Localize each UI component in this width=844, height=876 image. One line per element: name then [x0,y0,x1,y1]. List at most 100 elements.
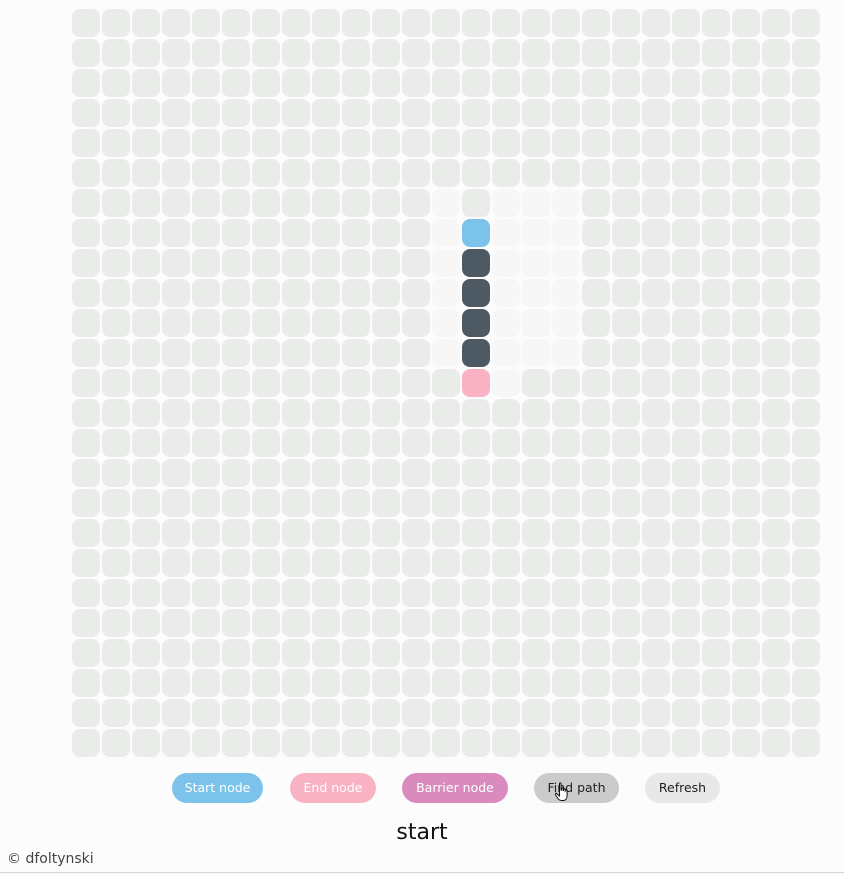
grid-cell[interactable] [312,729,340,757]
grid-cell[interactable] [72,339,100,367]
grid-cell[interactable] [312,519,340,547]
grid-cell[interactable] [342,489,370,517]
grid-cell[interactable] [312,369,340,397]
grid-cell[interactable] [252,519,280,547]
grid-cell[interactable] [612,669,640,697]
grid-cell[interactable] [552,39,580,67]
grid-cell[interactable] [342,639,370,667]
grid-cell[interactable] [372,369,400,397]
grid-cell[interactable] [552,129,580,157]
grid-cell[interactable] [402,339,430,367]
grid-cell[interactable] [282,669,310,697]
grid-cell[interactable] [282,339,310,367]
barrier-node-button[interactable]: Barrier node [402,773,508,803]
grid-cell[interactable] [192,489,220,517]
grid-cell[interactable] [102,459,130,487]
grid-cell[interactable] [162,459,190,487]
grid-cell[interactable] [342,9,370,37]
grid-cell[interactable] [312,99,340,127]
visited-cell[interactable] [432,219,460,247]
grid-cell[interactable] [582,639,610,667]
grid-cell[interactable] [462,549,490,577]
grid-cell[interactable] [372,639,400,667]
grid-cell[interactable] [252,489,280,517]
grid-cell[interactable] [702,159,730,187]
grid-cell[interactable] [402,699,430,727]
grid-cell[interactable] [282,249,310,277]
grid-cell[interactable] [342,69,370,97]
grid-cell[interactable] [222,579,250,607]
grid-cell[interactable] [672,69,700,97]
grid-cell[interactable] [372,159,400,187]
grid-cell[interactable] [522,39,550,67]
barrier-cell[interactable] [462,279,490,307]
grid-cell[interactable] [792,729,820,757]
visited-cell[interactable] [552,309,580,337]
grid-cell[interactable] [612,69,640,97]
grid-cell[interactable] [492,519,520,547]
grid-cell[interactable] [792,219,820,247]
grid-cell[interactable] [792,429,820,457]
grid-cell[interactable] [282,9,310,37]
grid-cell[interactable] [132,519,160,547]
grid-cell[interactable] [312,639,340,667]
visited-cell[interactable] [492,219,520,247]
grid-cell[interactable] [132,579,160,607]
grid-cell[interactable] [582,399,610,427]
grid-cell[interactable] [642,189,670,217]
grid-cell[interactable] [72,639,100,667]
grid-cell[interactable] [162,549,190,577]
grid-cell[interactable] [762,699,790,727]
grid-cell[interactable] [372,729,400,757]
grid-cell[interactable] [252,399,280,427]
grid-cell[interactable] [132,189,160,217]
grid-cell[interactable] [372,9,400,37]
grid-cell[interactable] [672,459,700,487]
grid-cell[interactable] [792,309,820,337]
grid-cell[interactable] [582,339,610,367]
grid-cell[interactable] [312,339,340,367]
grid-cell[interactable] [72,399,100,427]
grid-cell[interactable] [162,339,190,367]
grid-cell[interactable] [492,69,520,97]
grid-cell[interactable] [402,669,430,697]
grid-cell[interactable] [252,369,280,397]
grid-cell[interactable] [102,69,130,97]
grid-cell[interactable] [522,159,550,187]
grid-cell[interactable] [672,159,700,187]
grid-cell[interactable] [342,129,370,157]
grid-cell[interactable] [282,369,310,397]
visited-cell[interactable] [492,189,520,217]
grid-cell[interactable] [702,219,730,247]
visited-cell[interactable] [492,249,520,277]
grid-cell[interactable] [402,429,430,457]
grid-cell[interactable] [462,189,490,217]
grid-cell[interactable] [432,429,460,457]
grid-cell[interactable] [162,489,190,517]
grid-cell[interactable] [102,309,130,337]
grid-cell[interactable] [552,579,580,607]
grid-cell[interactable] [282,639,310,667]
grid-cell[interactable] [222,729,250,757]
grid-cell[interactable] [642,549,670,577]
grid-cell[interactable] [132,159,160,187]
grid-cell[interactable] [672,399,700,427]
grid-cell[interactable] [702,459,730,487]
grid-cell[interactable] [222,669,250,697]
grid-cell[interactable] [372,549,400,577]
grid-cell[interactable] [402,69,430,97]
grid-cell[interactable] [162,69,190,97]
grid-cell[interactable] [642,129,670,157]
grid-cell[interactable] [72,129,100,157]
grid-cell[interactable] [672,189,700,217]
grid-cell[interactable] [552,519,580,547]
grid-cell[interactable] [672,309,700,337]
grid-cell[interactable] [642,669,670,697]
grid-cell[interactable] [132,639,160,667]
grid-cell[interactable] [762,219,790,247]
grid-cell[interactable] [762,609,790,637]
grid-cell[interactable] [762,579,790,607]
grid-cell[interactable] [72,249,100,277]
grid-cell[interactable] [522,129,550,157]
grid-cell[interactable] [252,669,280,697]
